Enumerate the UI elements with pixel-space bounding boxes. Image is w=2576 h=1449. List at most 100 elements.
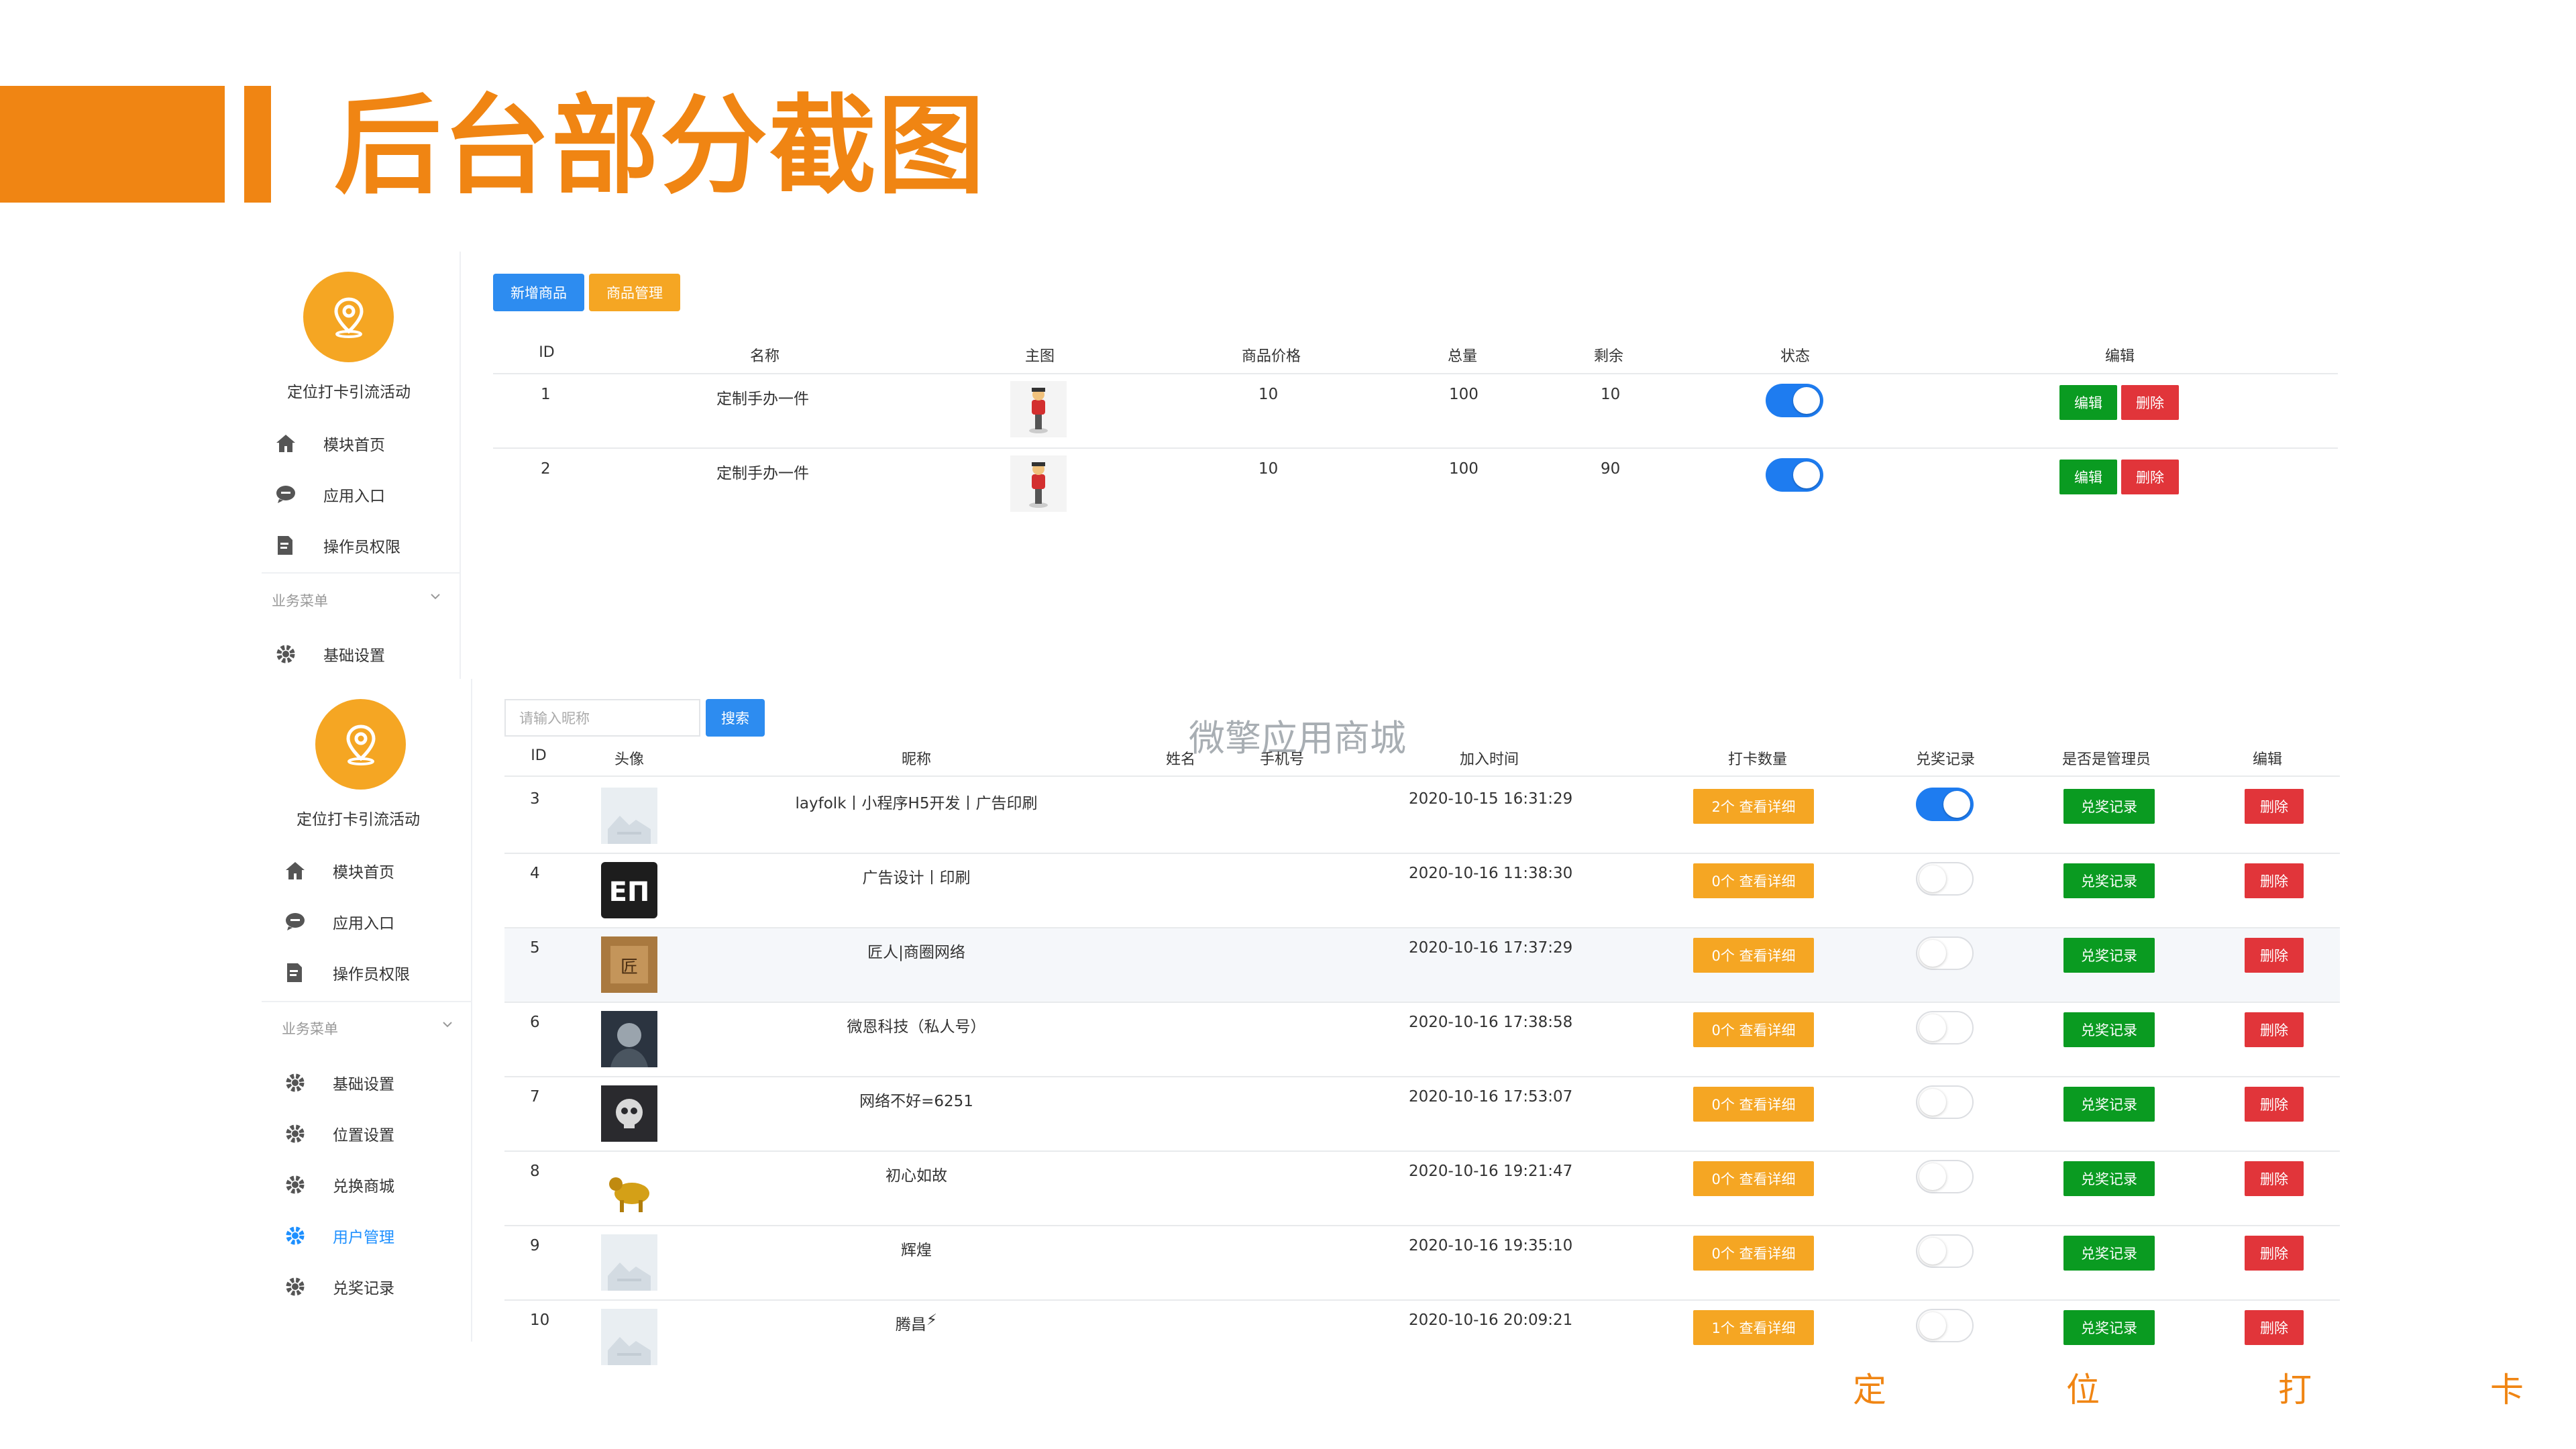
app-logo-icon bbox=[303, 272, 394, 362]
divider bbox=[504, 1150, 2340, 1152]
search-button[interactable]: 搜索 bbox=[706, 699, 765, 737]
checkin-detail-button[interactable]: 1个 查看详细 bbox=[1693, 1310, 1814, 1345]
admin-toggle[interactable] bbox=[1916, 1234, 1974, 1268]
gear-icon bbox=[283, 1224, 307, 1248]
app-logo-icon bbox=[315, 699, 406, 790]
delete-button[interactable]: 删除 bbox=[2245, 1087, 2304, 1122]
gear-icon bbox=[283, 1122, 307, 1146]
sidebar-item-label: 基础设置 bbox=[333, 1076, 394, 1093]
col-edit: 编辑 bbox=[2252, 751, 2282, 768]
prize-record-button[interactable]: 兑奖记录 bbox=[2063, 1161, 2155, 1196]
divider bbox=[504, 1225, 2340, 1226]
admin-toggle[interactable] bbox=[1916, 1160, 1974, 1193]
checkin-detail-button[interactable]: 0个 查看详细 bbox=[1693, 1012, 1814, 1047]
sidebar-item-label: 操作员权限 bbox=[333, 966, 410, 983]
checkin-detail-button[interactable]: 0个 查看详细 bbox=[1693, 938, 1814, 973]
user-avatar bbox=[601, 1085, 657, 1142]
sidebar-item-user-management[interactable]: 用户管理 bbox=[283, 1224, 394, 1248]
prize-record-button[interactable]: 兑奖记录 bbox=[2063, 1087, 2155, 1122]
delete-button[interactable]: 删除 bbox=[2245, 789, 2304, 824]
admin-toggle[interactable] bbox=[1916, 936, 1974, 970]
page-title: 后台部分截图 bbox=[334, 83, 987, 209]
prize-record-button[interactable]: 兑奖记录 bbox=[2063, 1012, 2155, 1047]
admin-toggle[interactable] bbox=[1916, 788, 1974, 821]
checkin-detail-button[interactable]: 2个 查看详细 bbox=[1693, 789, 1814, 824]
user-join-time: 2020-10-16 19:21:47 bbox=[1409, 1163, 1573, 1180]
checkin-detail-button[interactable]: 0个 查看详细 bbox=[1693, 863, 1814, 898]
home-icon bbox=[274, 431, 298, 455]
header-accent-stripe bbox=[244, 86, 271, 203]
delete-button[interactable]: 删除 bbox=[2245, 1236, 2304, 1271]
sidebar-item-entry[interactable]: 应用入口 bbox=[283, 910, 394, 934]
sidebar-item-home[interactable]: 模块首页 bbox=[283, 859, 394, 883]
sidebar-item-basic-settings[interactable]: 基础设置 bbox=[283, 1071, 394, 1095]
search-input[interactable]: 请输入昵称 bbox=[504, 699, 700, 737]
edit-button[interactable]: 编辑 bbox=[2059, 385, 2117, 420]
admin-toggle[interactable] bbox=[1916, 1011, 1974, 1044]
user-nickname: layfolk丨小程序H5开发丨广告印刷 bbox=[795, 795, 1038, 812]
checkin-detail-button[interactable]: 0个 查看详细 bbox=[1693, 1161, 1814, 1196]
checkin-detail-button[interactable]: 0个 查看详细 bbox=[1693, 1087, 1814, 1122]
sidebar-item-label: 模块首页 bbox=[333, 864, 394, 881]
delete-button[interactable]: 删除 bbox=[2245, 938, 2304, 973]
sidebar-item-label: 应用入口 bbox=[323, 488, 385, 505]
gear-icon bbox=[283, 1071, 307, 1095]
col-is-admin: 是否是管理员 bbox=[2061, 751, 2151, 768]
checkin-detail-button[interactable]: 0个 查看详细 bbox=[1693, 1236, 1814, 1271]
delete-button[interactable]: 删除 bbox=[2245, 863, 2304, 898]
user-join-time: 2020-10-15 16:31:29 bbox=[1409, 790, 1573, 808]
svg-text:匠: 匠 bbox=[621, 957, 638, 977]
delete-button[interactable]: 删除 bbox=[2245, 1310, 2304, 1345]
app-name: 定位打卡引流活动 bbox=[287, 384, 411, 401]
sidebar-item-entry[interactable]: 应用入口 bbox=[274, 482, 385, 506]
sidebar-item-label: 基础设置 bbox=[323, 647, 385, 665]
header-accent-bar bbox=[0, 86, 225, 203]
user-avatar bbox=[601, 1160, 657, 1216]
sidebar-item-exchange-mall[interactable]: 兑换商城 bbox=[283, 1173, 394, 1197]
sidebar-item-home[interactable]: 模块首页 bbox=[274, 431, 385, 455]
col-name: 名称 bbox=[749, 348, 780, 365]
sidebar-item-basic-settings[interactable]: 基础设置 bbox=[274, 642, 385, 666]
goods-id: 2 bbox=[541, 460, 551, 478]
user-id: 7 bbox=[530, 1088, 540, 1106]
delete-button[interactable]: 删除 bbox=[2121, 460, 2179, 494]
prize-record-button[interactable]: 兑奖记录 bbox=[2063, 863, 2155, 898]
chevron-down-icon[interactable] bbox=[429, 590, 441, 602]
sidebar-item-label: 应用入口 bbox=[333, 915, 394, 932]
prize-record-button[interactable]: 兑奖记录 bbox=[2063, 1236, 2155, 1271]
sidebar-item-label: 兑奖记录 bbox=[333, 1280, 394, 1297]
sidebar-item-permissions[interactable]: 操作员权限 bbox=[274, 533, 400, 557]
goods-total: 100 bbox=[1449, 386, 1479, 403]
document-edit-icon bbox=[283, 961, 307, 985]
col-edit: 编辑 bbox=[2104, 348, 2135, 365]
admin-toggle[interactable] bbox=[1916, 1085, 1974, 1119]
col-total: 总量 bbox=[1447, 348, 1477, 365]
delete-button[interactable]: 删除 bbox=[2245, 1012, 2304, 1047]
col-checkin-count: 打卡数量 bbox=[1727, 751, 1787, 768]
footer-char: 卡 bbox=[2490, 1371, 2524, 1409]
user-avatar: EП bbox=[601, 862, 657, 918]
lightning-icon: ⚡ bbox=[926, 1311, 938, 1329]
col-remain: 剩余 bbox=[1593, 348, 1623, 365]
status-toggle[interactable] bbox=[1766, 458, 1823, 492]
add-goods-button[interactable]: 新增商品 bbox=[493, 274, 584, 311]
goods-image bbox=[1010, 455, 1067, 512]
user-nickname: 腾昌 bbox=[895, 1316, 926, 1334]
col-phone: 手机号 bbox=[1259, 751, 1304, 768]
delete-button[interactable]: 删除 bbox=[2121, 385, 2179, 420]
prize-record-button[interactable]: 兑奖记录 bbox=[2063, 1310, 2155, 1345]
status-toggle[interactable] bbox=[1766, 384, 1823, 417]
delete-button[interactable]: 删除 bbox=[2245, 1161, 2304, 1196]
prize-record-button[interactable]: 兑奖记录 bbox=[2063, 938, 2155, 973]
admin-toggle[interactable] bbox=[1916, 1309, 1974, 1342]
manage-goods-button[interactable]: 商品管理 bbox=[589, 274, 680, 311]
admin-toggle[interactable] bbox=[1916, 862, 1974, 896]
user-join-time: 2020-10-16 17:53:07 bbox=[1409, 1088, 1573, 1106]
prize-record-button[interactable]: 兑奖记录 bbox=[2063, 789, 2155, 824]
sidebar-item-prize-records[interactable]: 兑奖记录 bbox=[283, 1275, 394, 1299]
chevron-down-icon[interactable] bbox=[441, 1018, 453, 1030]
sidebar-item-location-settings[interactable]: 位置设置 bbox=[283, 1122, 394, 1146]
sidebar-item-permissions[interactable]: 操作员权限 bbox=[283, 961, 410, 985]
app-name: 定位打卡引流活动 bbox=[297, 811, 420, 828]
edit-button[interactable]: 编辑 bbox=[2059, 460, 2117, 494]
